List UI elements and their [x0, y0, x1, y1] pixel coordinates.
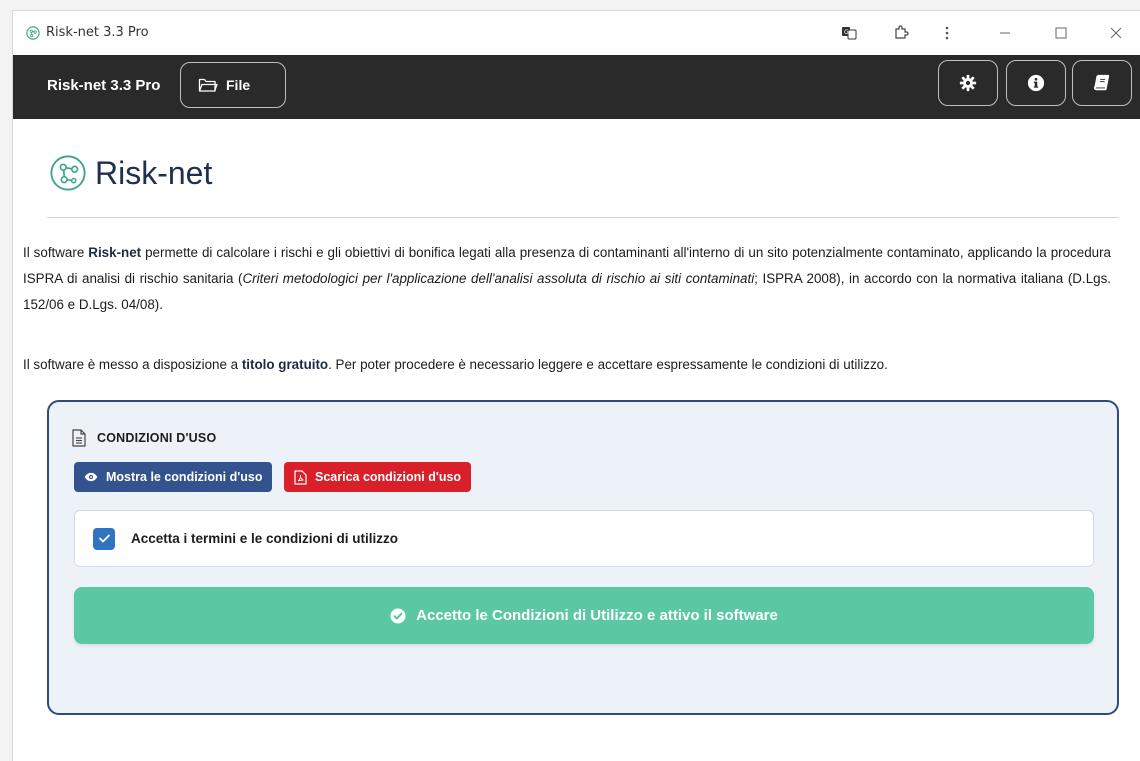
license-text: Il software è messo a disposizione a: [23, 357, 242, 372]
accept-activate-label: Accetto le Condizioni di Utilizzo e atti…: [416, 607, 778, 624]
show-conditions-button[interactable]: Mostra le condizioni d'uso: [74, 462, 273, 492]
book-icon: [1093, 74, 1110, 91]
close-icon[interactable]: [1104, 23, 1128, 43]
license-text: . Per poter procedere è necessario legge…: [328, 357, 888, 372]
file-button[interactable]: File: [180, 62, 286, 108]
file-button-label: File: [226, 77, 251, 93]
manual-button[interactable]: [1072, 60, 1132, 106]
navbar-brand[interactable]: Risk-net 3.3 Pro: [47, 77, 160, 94]
conditions-card: CONDIZIONI D'USO Mostra le condizioni d'…: [47, 400, 1119, 715]
page-header: Risk-net: [49, 154, 212, 192]
minimize-icon[interactable]: [993, 23, 1017, 43]
header-divider: [47, 217, 1119, 218]
intro-text: Il software: [23, 245, 89, 260]
card-title: CONDIZIONI D'USO: [97, 431, 217, 445]
card-header: CONDIZIONI D'USO: [71, 429, 216, 447]
settings-button[interactable]: [938, 60, 998, 106]
eye-icon: [84, 472, 98, 482]
checkmark-icon: [98, 534, 110, 543]
info-button[interactable]: [1006, 60, 1066, 106]
svg-text:G: G: [844, 29, 849, 36]
maximize-icon[interactable]: [1049, 23, 1073, 43]
pdf-icon: [294, 469, 307, 485]
app-window: Risk-net 3.3 Pro G Risk-net 3.3 Pro File…: [12, 10, 1140, 761]
license-paragraph: Il software è messo a disposizione a tit…: [23, 352, 1111, 378]
accept-terms-checkbox[interactable]: [93, 527, 115, 550]
intro-citation: Criteri metodologici per l'applicazione …: [242, 271, 755, 286]
folder-icon: [198, 78, 218, 92]
intro-paragraph: Il software Risk-net permette di calcola…: [23, 240, 1111, 318]
download-conditions-button[interactable]: Scarica condizioni d'uso: [284, 462, 472, 492]
extension-icon[interactable]: [889, 23, 913, 43]
accept-terms-label[interactable]: Accetta i termini e le condizioni di uti…: [131, 531, 398, 546]
risknet-logo-icon: [50, 155, 86, 191]
download-conditions-label: Scarica condizioni d'uso: [315, 470, 462, 484]
gear-icon: [959, 74, 977, 92]
intro-product-name: Risk-net: [88, 245, 142, 260]
license-free-text: titolo gratuito: [241, 357, 329, 372]
more-options-icon[interactable]: [935, 23, 959, 43]
accept-terms-row[interactable]: Accetta i termini e le condizioni di uti…: [74, 510, 1094, 567]
check-circle-icon: [390, 608, 406, 623]
navbar: Risk-net 3.3 Pro File: [13, 55, 1140, 119]
show-conditions-label: Mostra le condizioni d'uso: [106, 470, 263, 484]
translate-icon[interactable]: G: [837, 23, 861, 43]
app-logo-icon: [26, 26, 40, 40]
accept-activate-button[interactable]: Accetto le Condizioni di Utilizzo e atti…: [74, 587, 1094, 644]
page-title: Risk-net: [95, 154, 213, 191]
title-bar: Risk-net 3.3 Pro G: [13, 11, 1140, 55]
info-icon: [1027, 74, 1045, 92]
document-icon: [72, 429, 86, 447]
window-title: Risk-net 3.3 Pro: [46, 25, 149, 40]
